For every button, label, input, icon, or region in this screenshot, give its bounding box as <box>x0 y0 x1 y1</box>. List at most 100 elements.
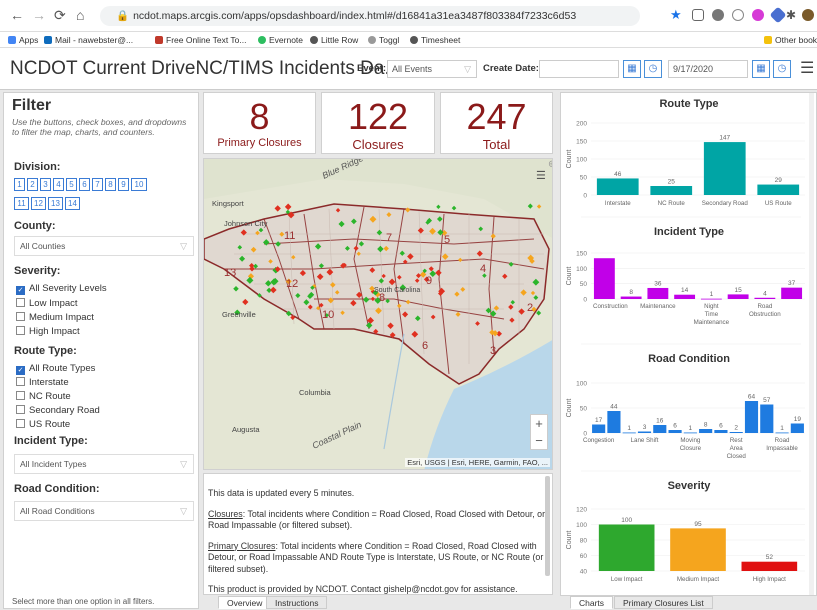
counter-label: Closures <box>352 137 404 152</box>
extension-icon[interactable] <box>712 9 724 21</box>
checkbox-high-impact[interactable]: High Impact <box>16 326 80 337</box>
bookmark-apps[interactable]: Apps <box>8 32 38 48</box>
checkbox-all-severity[interactable]: ✓ All Severity Levels <box>16 283 107 295</box>
checkbox-nc-route[interactable]: NC Route <box>16 391 71 402</box>
event-select[interactable]: All Events ▽ <box>387 60 477 78</box>
division-button-13[interactable]: 13 <box>48 197 63 210</box>
address-bar[interactable]: 🔒 ncdot.maps.arcgis.com/apps/opsdashboard… <box>100 6 640 26</box>
bookmark-little-row[interactable]: Little Row <box>310 32 358 48</box>
zoom-out-button[interactable]: − <box>531 432 547 449</box>
avatar[interactable] <box>802 9 814 21</box>
filter-note: Use the buttons, check boxes, and dropdo… <box>12 117 187 137</box>
division-button-3[interactable]: 3 <box>40 178 51 191</box>
tab-instructions[interactable]: Instructions <box>266 596 328 609</box>
checkbox-medium-impact[interactable]: Medium Impact <box>16 312 94 323</box>
x-tick-label: NC Route <box>658 200 686 207</box>
puzzle-icon[interactable]: ✱ <box>786 8 796 22</box>
division-button-1[interactable]: 1 <box>14 178 25 191</box>
scrollbar[interactable] <box>545 476 550 576</box>
extension-icon[interactable] <box>692 9 704 21</box>
back-icon[interactable]: ← <box>10 8 24 22</box>
tab-charts[interactable]: Charts <box>570 596 614 609</box>
division-button-9[interactable]: 9 <box>118 178 129 191</box>
division-button-6[interactable]: 6 <box>79 178 90 191</box>
division-button-10[interactable]: 10 <box>131 178 147 191</box>
extension-icon[interactable] <box>752 9 764 21</box>
map-label-columbia: Columbia <box>299 388 332 397</box>
contact-note: This product is provided by NCDOT. Conta… <box>208 584 518 594</box>
bar <box>598 524 655 571</box>
data-label: 29 <box>775 177 783 184</box>
legend-icon[interactable]: ☰ <box>536 169 546 182</box>
division-button-2[interactable]: 2 <box>27 178 38 191</box>
checkbox-all-route-types[interactable]: ✓ All Route Types <box>16 363 95 375</box>
division-button-4[interactable]: 4 <box>53 178 64 191</box>
y-axis-label: Count <box>566 150 573 169</box>
county-select[interactable]: All Counties ▽ <box>14 236 194 256</box>
y-tick-label: 50 <box>580 175 588 182</box>
y-axis-label: Count <box>566 531 573 550</box>
start-date-input[interactable] <box>539 60 619 78</box>
extension-icon[interactable] <box>769 6 787 24</box>
bookmark-text[interactable]: Free Online Text To... <box>155 32 246 48</box>
x-tick-label: Rest <box>730 437 743 444</box>
division-button-11[interactable]: 11 <box>14 197 29 210</box>
y-tick-label: 60 <box>580 553 588 560</box>
x-tick-label: Congestion <box>583 437 615 444</box>
map-canvas[interactable]: Blue Ridge Coastal Plain Kingsport Johns… <box>204 159 553 470</box>
calendar-icon[interactable]: ▦ <box>623 60 641 78</box>
bookmark-other[interactable]: Other bookmar <box>764 32 817 48</box>
data-label: 52 <box>766 554 774 561</box>
forward-icon[interactable]: → <box>32 8 46 22</box>
road-condition-label: Road Condition: <box>14 483 100 495</box>
tab-primary-closures-list[interactable]: Primary Closures List <box>614 596 713 609</box>
scrollbar[interactable] <box>809 93 814 595</box>
data-label: 8 <box>704 422 708 429</box>
incident-map[interactable]: Blue Ridge Coastal Plain Kingsport Johns… <box>203 158 553 470</box>
checkbox-us-route[interactable]: US Route <box>16 419 70 430</box>
chevron-down-icon: ▽ <box>180 241 187 251</box>
charts-panel: Route Type Count 0 50 100 150 200 46 25 147 29 Inte… <box>560 92 817 596</box>
chevron-down-icon: ▽ <box>180 506 187 516</box>
tab-overview[interactable]: Overview <box>218 596 272 609</box>
checkbox-interstate[interactable]: Interstate <box>16 377 69 388</box>
star-icon[interactable]: ★ <box>670 8 682 22</box>
bookmark-evernote[interactable]: Evernote <box>258 32 303 48</box>
road-condition-select[interactable]: All Road Conditions ▽ <box>14 501 194 521</box>
checkbox-low-impact[interactable]: Low Impact <box>16 298 78 309</box>
end-date-input[interactable]: 9/17/2020 <box>668 60 748 78</box>
data-label: 2 <box>734 425 738 432</box>
bookmark-mail[interactable]: Mail - nawebster@... <box>44 32 133 48</box>
calendar-icon[interactable]: ▦ <box>752 60 770 78</box>
x-tick-label: Lane Shift <box>631 437 659 444</box>
zoom-in-button[interactable]: + <box>531 415 547 432</box>
x-tick-label: Road <box>757 303 772 310</box>
home-icon[interactable]: ⌂ <box>76 8 84 22</box>
data-label: 4 <box>763 290 767 297</box>
x-tick-label: Construction <box>593 303 628 310</box>
incident-type-select[interactable]: All Incident Types ▽ <box>14 454 194 474</box>
clock-icon[interactable]: ◷ <box>644 60 662 78</box>
checkbox-secondary-road[interactable]: Secondary Road <box>16 405 100 416</box>
division-number: 2 <box>527 302 533 314</box>
clock-icon[interactable]: ◷ <box>773 60 791 78</box>
division-button-12[interactable]: 12 <box>31 197 46 210</box>
bookmark-timesheet[interactable]: Timesheet <box>410 32 460 48</box>
division-button-8[interactable]: 8 <box>105 178 116 191</box>
x-tick-label: Closed <box>727 453 747 460</box>
division-number: 8 <box>379 292 385 304</box>
filter-panel: Filter Use the buttons, check boxes, and… <box>3 92 199 609</box>
data-label: 15 <box>735 287 743 294</box>
map-label-kingsport: Kingsport <box>212 199 245 208</box>
division-button-5[interactable]: 5 <box>66 178 77 191</box>
reload-icon[interactable]: ⟳ <box>54 8 66 22</box>
division-button-14[interactable]: 14 <box>65 197 80 210</box>
expand-icon[interactable]: ⊕ <box>548 159 552 170</box>
menu-icon[interactable]: ☰ <box>800 58 814 78</box>
x-tick-label: Closure <box>680 445 702 452</box>
pocket-icon[interactable] <box>732 9 744 21</box>
division-button-7[interactable]: 7 <box>92 178 103 191</box>
severity-label: Severity: <box>14 265 61 277</box>
bookmark-toggl[interactable]: Toggl <box>368 32 399 48</box>
data-label: 14 <box>681 287 689 294</box>
